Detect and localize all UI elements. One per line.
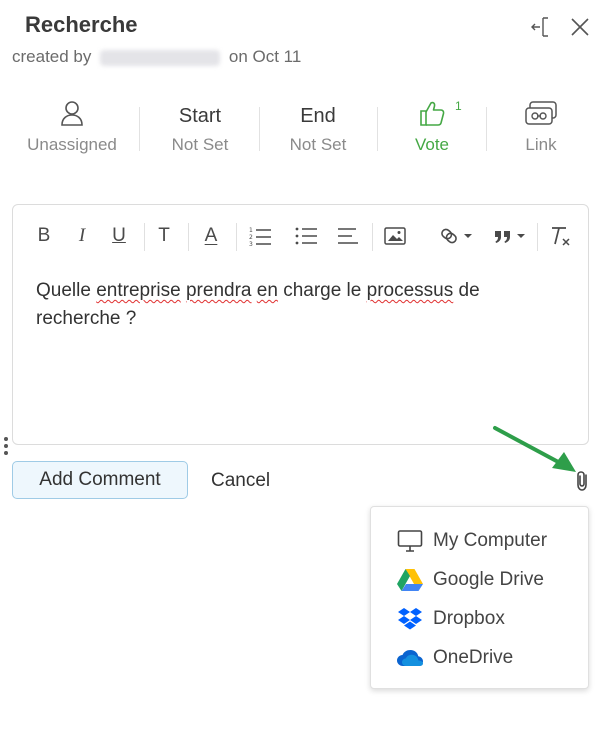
assignee-field[interactable]: Unassigned (14, 95, 130, 163)
assignee-value: Unassigned (27, 135, 117, 154)
attach-source-menu: My Computer Google Drive Dropbox OneDriv… (370, 506, 589, 689)
menu-item-label: Dropbox (433, 608, 505, 629)
menu-item-label: My Computer (433, 530, 548, 551)
created-by-text: created by on Oct 11 (12, 47, 301, 67)
cancel-button[interactable]: Cancel (211, 470, 270, 492)
paperclip-icon (577, 471, 587, 491)
link-chain-icon (441, 228, 472, 244)
misspelled-word: prendra (185, 280, 252, 301)
content-word: charge le (283, 280, 362, 301)
start-value: Not Set (171, 135, 229, 154)
toolbar-divider (188, 223, 189, 251)
menu-item-label: Google Drive (433, 569, 544, 590)
toolbar-divider (144, 223, 145, 251)
align-left-icon (338, 228, 358, 244)
collapse-panel-button[interactable] (528, 14, 554, 40)
monitor-icon (397, 530, 423, 552)
author-name-redacted (100, 49, 221, 66)
vote-label: Vote (414, 135, 450, 154)
ordered-list-button[interactable]: 1 2 3 (247, 223, 273, 249)
toolbar-divider (236, 223, 237, 251)
add-comment-button[interactable]: Add Comment (12, 461, 188, 499)
bold-button[interactable]: B (33, 223, 55, 249)
toolbar-divider (372, 223, 373, 251)
misspelled-word: en (256, 280, 278, 301)
comment-text-area[interactable]: Quelle entreprise prendra en charge le p… (36, 277, 556, 333)
close-icon (571, 18, 589, 36)
insert-link-dropdown[interactable] (437, 223, 477, 249)
menu-item-my-computer[interactable]: My Computer (371, 523, 588, 559)
created-prefix: created by (12, 47, 92, 66)
onedrive-icon (397, 650, 423, 666)
end-date-field[interactable]: End Not Set (268, 95, 368, 163)
underline-button[interactable]: U (107, 223, 131, 249)
resize-handle[interactable] (4, 437, 10, 459)
italic-button[interactable]: I (71, 223, 93, 249)
svg-text:1: 1 (249, 227, 253, 234)
divider (486, 107, 487, 151)
comment-editor[interactable]: B I U T A 1 2 3 Quelle entreprise prendr… (12, 204, 589, 445)
misspelled-word: entreprise (96, 280, 181, 301)
vote-button[interactable]: Vote (388, 95, 476, 163)
divider (259, 107, 260, 151)
thumbs-up-icon (420, 101, 445, 126)
end-label: End (300, 105, 336, 127)
clear-format-button[interactable] (547, 223, 573, 249)
link-button[interactable]: Link (500, 95, 582, 163)
ordered-list-icon: 1 2 3 (249, 227, 271, 247)
bullet-list-button[interactable] (293, 223, 319, 249)
task-meta-row: Unassigned Start Not Set End Not Set Vot… (0, 95, 600, 165)
close-button[interactable] (567, 14, 593, 40)
link-icon (525, 101, 557, 125)
menu-item-dropbox[interactable]: Dropbox (371, 601, 588, 637)
misspelled-word: processus (366, 280, 454, 301)
content-word: Quelle (36, 280, 91, 301)
divider (139, 107, 140, 151)
svg-text:3: 3 (249, 241, 253, 247)
text-style-button[interactable]: T (153, 223, 175, 249)
clear-format-icon (552, 227, 570, 246)
end-value: Not Set (289, 135, 347, 154)
svg-text:2: 2 (249, 234, 253, 241)
menu-item-google-drive[interactable]: Google Drive (371, 562, 588, 598)
divider (377, 107, 378, 151)
created-date: on Oct 11 (228, 47, 302, 66)
panel-header: Recherche created by on Oct 11 (0, 0, 600, 80)
vote-count-badge: 1 (455, 99, 462, 113)
collapse-panel-icon (531, 17, 548, 37)
user-icon (61, 101, 83, 126)
start-date-field[interactable]: Start Not Set (150, 95, 250, 163)
toolbar-divider (537, 223, 538, 251)
menu-item-label: OneDrive (433, 647, 514, 668)
link-label: Link (525, 135, 557, 154)
attach-file-button[interactable] (572, 469, 594, 493)
editor-toolbar: B I U T A 1 2 3 (13, 205, 588, 261)
blockquote-dropdown[interactable] (491, 223, 531, 249)
quote-icon (495, 231, 525, 243)
start-label: Start (178, 105, 222, 127)
dropbox-icon (398, 608, 422, 630)
bullet-list-icon (295, 227, 317, 245)
align-button[interactable] (335, 223, 361, 249)
menu-item-onedrive[interactable]: OneDrive (371, 640, 588, 676)
image-icon (384, 227, 406, 245)
google-drive-icon (397, 569, 423, 591)
font-color-button[interactable]: A (199, 223, 223, 249)
page-title: Recherche (25, 12, 138, 37)
insert-image-button[interactable] (383, 223, 407, 249)
